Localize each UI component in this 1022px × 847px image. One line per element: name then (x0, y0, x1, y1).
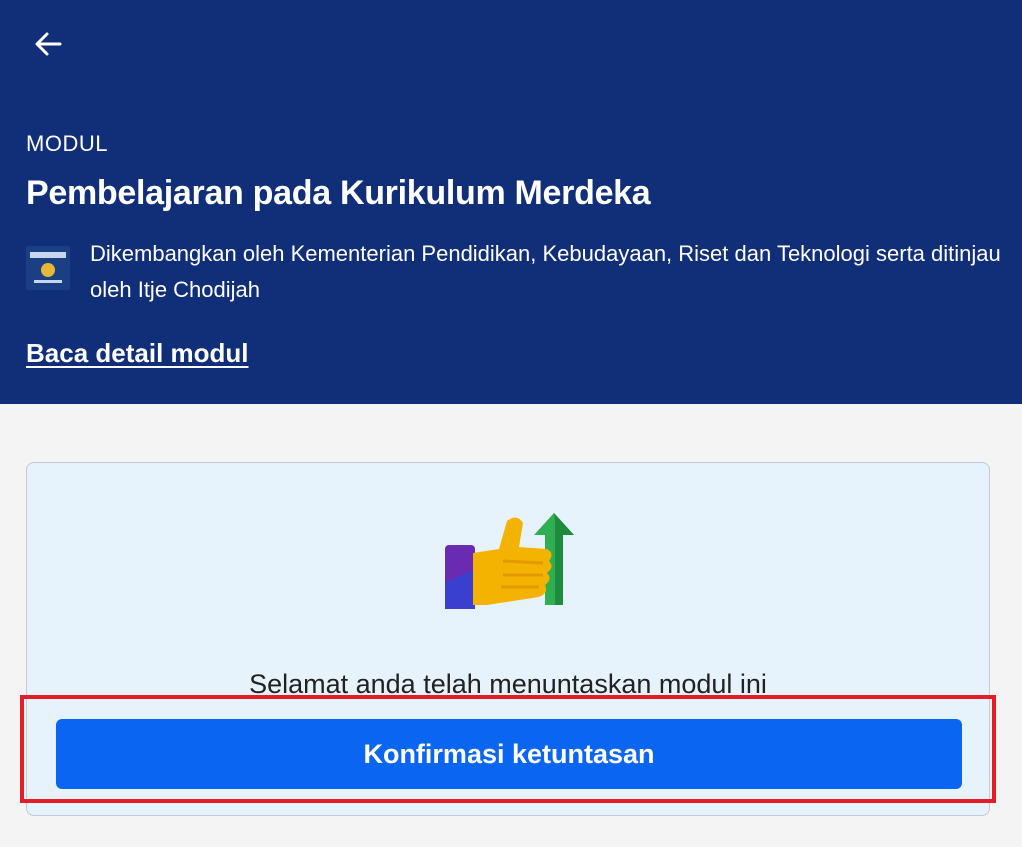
confirm-completion-button[interactable]: Konfirmasi ketuntasan (56, 719, 962, 789)
completion-card: Selamat anda telah menuntaskan modul ini… (26, 462, 990, 816)
publisher-info: Dikembangkan oleh Kementerian Pendidikan… (26, 236, 1001, 308)
module-detail-link[interactable]: Baca detail modul (26, 338, 249, 369)
completion-message: Selamat anda telah menuntaskan modul ini (249, 669, 767, 699)
module-eyebrow: MODUL (26, 131, 108, 156)
arrow-left-icon (35, 32, 62, 56)
page-title: Pembelajaran pada Kurikulum Merdeka (26, 174, 651, 212)
thumbs-up-growth-icon (445, 513, 574, 609)
module-header: MODUL Pembelajaran pada Kurikulum Merdek… (0, 0, 1022, 404)
kemendikbud-logo (26, 246, 70, 290)
back-button[interactable] (28, 24, 68, 64)
publisher-text: Dikembangkan oleh Kementerian Pendidikan… (90, 241, 1001, 302)
